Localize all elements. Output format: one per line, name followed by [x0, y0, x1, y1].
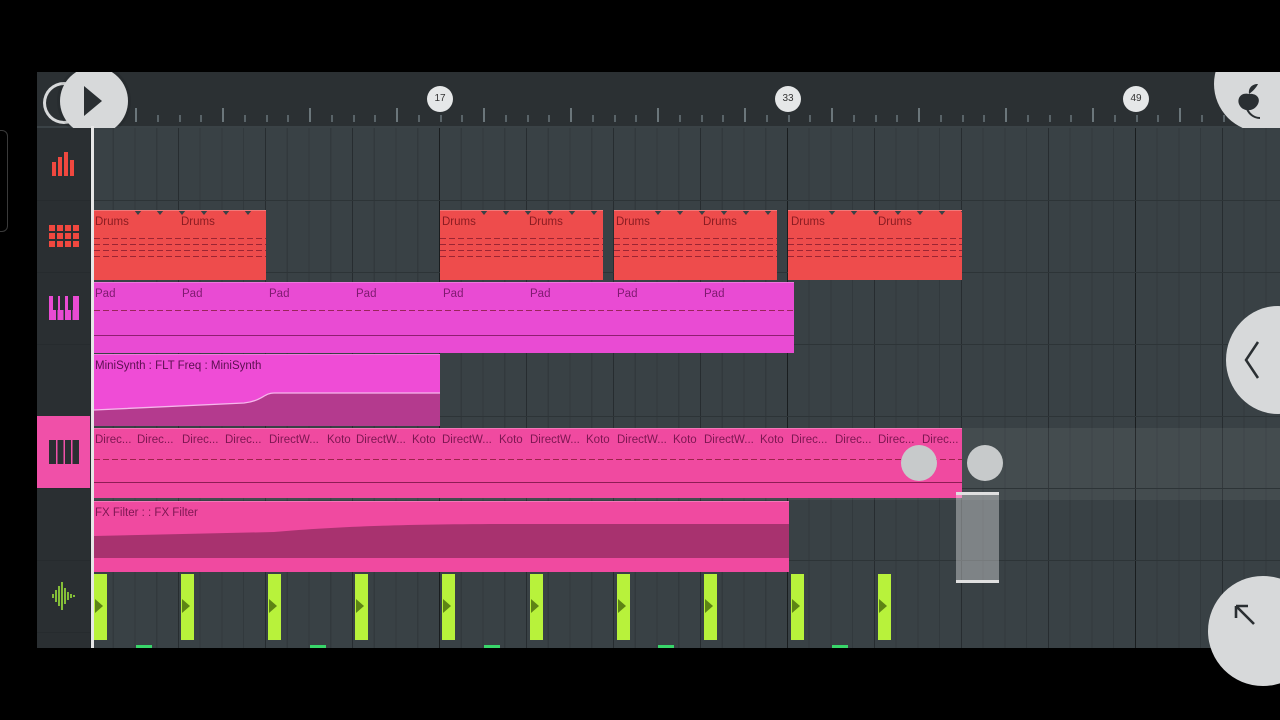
ruler-tick	[787, 115, 790, 122]
audio-clip[interactable]	[703, 574, 717, 640]
automation-curve	[94, 524, 789, 558]
bar-marker-49[interactable]: 49	[1123, 86, 1149, 112]
ruler-tick	[722, 115, 725, 122]
track-header-6[interactable]	[37, 488, 90, 561]
audio-clip[interactable]	[790, 574, 804, 640]
ruler-tick	[548, 115, 551, 122]
chevron-left-icon	[1244, 341, 1260, 379]
ruler-tick	[200, 115, 203, 122]
ruler-tick	[156, 115, 159, 122]
ruler-tick	[461, 115, 464, 122]
step-sequencer-icon	[48, 225, 79, 247]
track-header-2[interactable]	[37, 200, 90, 273]
ruler-tick	[657, 108, 659, 122]
bar-marker-17[interactable]: 17	[427, 86, 453, 112]
ruler-tick	[939, 115, 942, 122]
ruler-tick	[526, 115, 529, 122]
clip-drums-3[interactable]: Drums Drums	[614, 210, 777, 280]
ruler-tick	[896, 115, 899, 122]
ruler-tick	[352, 115, 355, 122]
piano-keys-icon	[48, 440, 79, 464]
ruler-tick	[1157, 115, 1160, 122]
ruler-tick	[1048, 115, 1051, 122]
ruler-tick	[983, 115, 986, 122]
ruler-tick	[1222, 115, 1225, 122]
ruler-tick	[1179, 108, 1181, 122]
ruler-tick	[961, 115, 964, 122]
ruler-tick	[918, 108, 920, 122]
ruler-tick	[700, 115, 703, 122]
clip-minisynth-automation[interactable]: MiniSynth : FLT Freq : MiniSynth	[94, 354, 440, 426]
track-header-1[interactable]	[37, 128, 90, 201]
ruler-tick	[417, 115, 420, 122]
clip-drums-1[interactable]: Drums Drums	[94, 210, 266, 280]
ruler-tick	[1092, 108, 1094, 122]
bar-marker-33[interactable]: 33	[775, 86, 801, 112]
arrow-up-left-icon	[1234, 604, 1255, 625]
clip-drums-4[interactable]: Drums Drums	[788, 210, 962, 280]
clip-pad[interactable]: Pad Pad Pad Pad Pad Pad Pad Pad	[94, 282, 794, 353]
ruler-tick	[396, 108, 398, 122]
ruler-tick	[678, 115, 681, 122]
ruler-tick	[504, 115, 507, 122]
clip-directwave-koto[interactable]: Direc... Direc... Direc... Direc... Dire…	[94, 428, 962, 498]
clip-drums-2[interactable]: Drums Drums	[440, 210, 603, 280]
ruler-tick	[1070, 115, 1073, 122]
ruler-tick	[330, 115, 333, 122]
mixer-bars-icon	[51, 152, 74, 176]
ruler-tick	[613, 115, 616, 122]
ruler-tick	[852, 115, 855, 122]
audio-clip[interactable]	[616, 574, 630, 640]
ruler-tick	[178, 115, 181, 122]
clip-selection[interactable]	[956, 492, 999, 583]
ruler-tick	[243, 115, 246, 122]
ruler-tick	[439, 115, 442, 122]
ruler-tick	[483, 108, 485, 122]
resize-handle-left[interactable]	[901, 445, 937, 481]
ruler-tick	[1005, 108, 1007, 122]
ruler-tick	[1200, 115, 1203, 122]
automation-curve	[94, 392, 440, 426]
ruler-tick	[309, 108, 311, 122]
track-header-4[interactable]	[37, 344, 90, 417]
audio-clip[interactable]	[529, 574, 543, 640]
track-header-5[interactable]	[37, 416, 90, 489]
audio-clip[interactable]	[181, 574, 195, 640]
ruler-tick	[135, 108, 137, 122]
waveform-icon	[51, 582, 75, 610]
ruler-tick	[1026, 115, 1029, 122]
audio-clip[interactable]	[268, 574, 282, 640]
device-edge	[0, 130, 8, 232]
playlist-window: 17 33 49 Drums Drums Drums Drums Drums D…	[37, 72, 1280, 648]
audio-clip[interactable]	[355, 574, 369, 640]
ruler-tick	[831, 108, 833, 122]
ruler-tick	[1135, 115, 1138, 122]
ruler-tick	[570, 108, 572, 122]
ruler-tick	[591, 115, 594, 122]
ruler-tick	[635, 115, 638, 122]
ruler-tick	[265, 115, 268, 122]
ruler-tick	[874, 115, 877, 122]
track-header-3[interactable]	[37, 272, 90, 345]
fruit-logo-icon	[1238, 84, 1261, 119]
piano-keys-icon	[48, 296, 79, 320]
ruler-tick	[765, 115, 768, 122]
track-header-7[interactable]	[37, 560, 90, 633]
resize-handle-right[interactable]	[967, 445, 1003, 481]
clip-fx-filter-automation[interactable]: FX Filter : : FX Filter	[94, 501, 789, 572]
timeline-ruler[interactable]: 17 33 49	[37, 72, 1280, 128]
ruler-tick	[374, 115, 377, 122]
track-sidebar	[37, 128, 91, 648]
ruler-tick	[744, 108, 746, 122]
ruler-tick	[1113, 115, 1116, 122]
ruler-tick	[222, 108, 224, 122]
audio-clip[interactable]	[877, 574, 891, 640]
playhead[interactable]	[91, 126, 94, 648]
ruler-tick	[809, 115, 812, 122]
ruler-tick	[287, 115, 290, 122]
audio-clip[interactable]	[442, 574, 456, 640]
audio-clip[interactable]	[94, 574, 107, 640]
